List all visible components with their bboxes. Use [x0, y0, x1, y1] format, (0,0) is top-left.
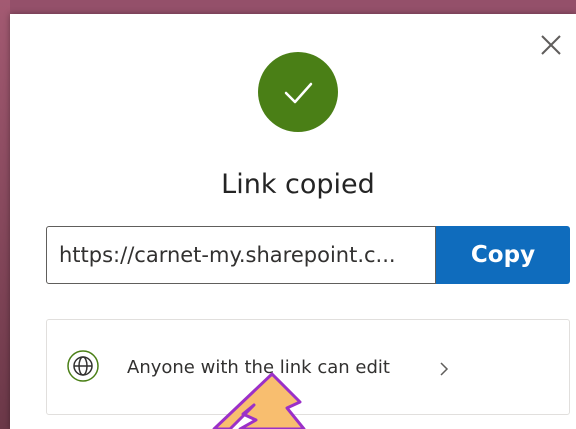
share-dialog: Link copied Copy Anyone with the link ca… [10, 14, 576, 429]
link-url-field[interactable] [46, 226, 436, 284]
backdrop [0, 0, 576, 14]
pointer-arrow [212, 372, 306, 429]
backdrop-edge [0, 0, 10, 429]
dialog-title: Link copied [221, 169, 375, 200]
success-badge [258, 52, 338, 132]
close-icon [541, 35, 561, 55]
close-button[interactable] [536, 30, 566, 60]
copy-button[interactable]: Copy [436, 226, 570, 284]
checkmark-icon [284, 82, 313, 104]
chevron-right-icon [440, 362, 449, 376]
globe-icon [67, 350, 99, 382]
